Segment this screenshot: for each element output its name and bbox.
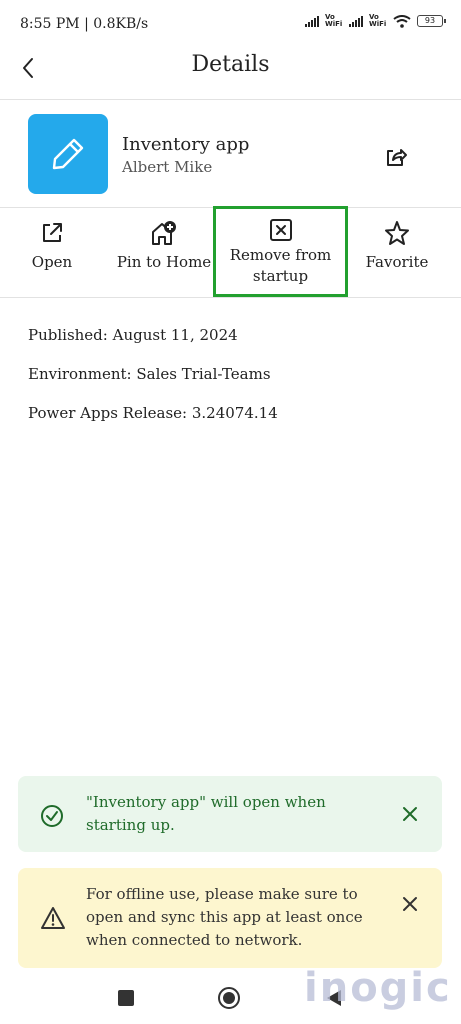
warning-icon [41,907,65,929]
remove-from-startup-label-line2: startup [252,267,309,285]
app-info: Inventory app Albert Mike [0,101,461,208]
warning-toast-text: For offline use, please make sure to ope… [86,885,363,949]
signal-icon [305,15,319,27]
square-icon [118,990,134,1006]
share-button[interactable] [380,141,412,173]
environment: Environment: Sales Trial-Teams [28,365,271,383]
open-label: Open [31,253,73,271]
battery-icon: 93 [417,15,446,27]
vowifi-icon: Vo WiFi [325,13,343,28]
power-apps-release: Power Apps Release: 3.24074.14 [28,404,278,422]
remove-from-startup-button[interactable]: Remove from startup [213,206,348,297]
home-button[interactable] [215,984,243,1012]
share-icon [387,149,407,166]
pin-home-icon [152,221,176,245]
close-icon [403,897,417,911]
action-bar: Open Pin to Home Remove from startup Fav… [0,206,461,298]
success-toast-text: "Inventory app" will open when starting … [86,793,326,834]
star-icon [385,221,409,245]
warning-toast: For offline use, please make sure to ope… [18,868,442,968]
favorite-button[interactable]: Favorite [352,208,442,298]
app-name: Inventory app [122,134,250,155]
status-time: 8:55 PM | 0.8KB/s [20,16,149,32]
pin-to-home-label: Pin to Home [116,253,212,271]
app-details: Published: August 11, 2024 Environment: … [28,326,278,443]
status-bar: 8:55 PM | 0.8KB/s Vo WiFi Vo WiFi 93 [0,0,461,48]
success-toast-close-button[interactable] [396,800,424,828]
app-owner: Albert Mike [122,158,213,176]
header: Details [0,48,461,100]
pencil-icon [52,138,84,170]
pin-to-home-button[interactable]: Pin to Home [108,208,220,298]
remove-from-startup-label-line1: Remove from [229,246,332,264]
home-circle-icon [218,987,240,1009]
check-circle-icon [41,805,63,827]
inogic-watermark: inogic [304,965,452,1011]
close-icon [403,807,417,821]
favorite-label: Favorite [365,253,429,271]
published-date: Published: August 11, 2024 [28,326,238,344]
success-toast: "Inventory app" will open when starting … [18,776,442,852]
open-external-icon [43,223,62,242]
warning-toast-close-button[interactable] [396,890,424,918]
signal-icon [349,15,363,27]
open-button[interactable]: Open [0,208,104,298]
page-title: Details [191,52,270,77]
remove-from-startup-label: Remove from startup [230,245,332,287]
vowifi-icon: Vo WiFi [369,13,387,28]
remove-box-icon [269,219,292,241]
app-icon [28,114,108,194]
wifi-icon [393,14,411,28]
status-icons: Vo WiFi Vo WiFi 93 [305,13,446,28]
recents-button[interactable] [112,984,140,1012]
